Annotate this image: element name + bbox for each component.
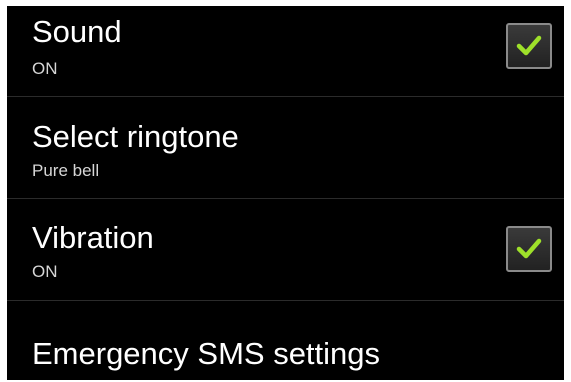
- settings-item-sound[interactable]: Sound ON: [7, 6, 564, 96]
- vibration-checkbox[interactable]: [506, 226, 552, 272]
- settings-screen: Sound ON Select ringtone Pure bell Vibra…: [7, 6, 564, 380]
- sound-summary: ON: [32, 59, 58, 78]
- settings-item-vibration[interactable]: Vibration ON: [7, 199, 564, 300]
- sound-checkbox[interactable]: [506, 23, 552, 69]
- ringtone-summary: Pure bell: [32, 161, 100, 180]
- checkmark-icon: [516, 238, 542, 259]
- settings-item-emergency-sms[interactable]: Emergency SMS settings: [7, 301, 564, 380]
- vibration-title: Vibration: [32, 220, 154, 255]
- checkmark-icon: [516, 35, 542, 56]
- vibration-summary: ON: [32, 262, 58, 281]
- settings-item-select-ringtone[interactable]: Select ringtone Pure bell: [7, 97, 564, 198]
- sound-title: Sound: [32, 14, 122, 49]
- ringtone-title: Select ringtone: [32, 119, 239, 154]
- emergency-sms-title: Emergency SMS settings: [32, 336, 381, 371]
